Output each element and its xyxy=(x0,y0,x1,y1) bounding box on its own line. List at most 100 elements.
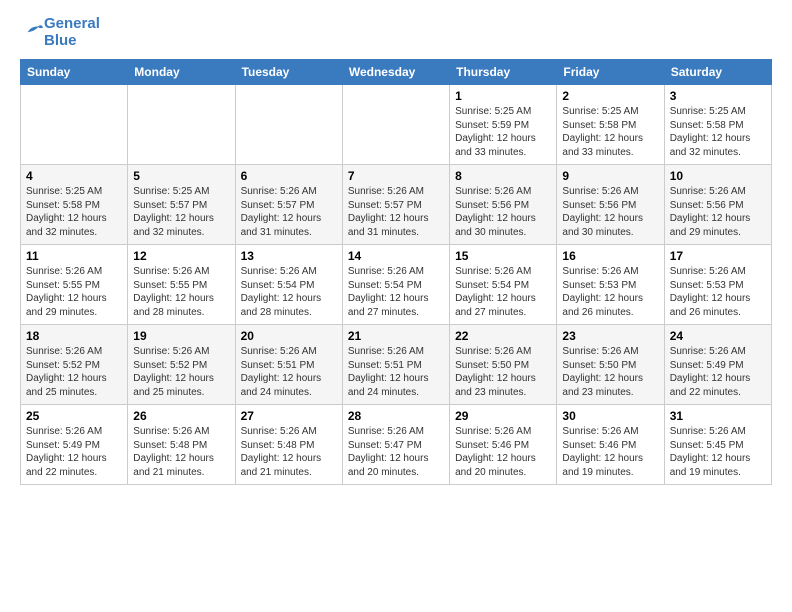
calendar-cell: 18Sunrise: 5:26 AM Sunset: 5:52 PM Dayli… xyxy=(21,325,128,405)
calendar-cell: 10 Sunrise: 5:26 AM Sunset: 5:56 PM Dayli… xyxy=(664,165,771,245)
day-number: 15 xyxy=(455,249,551,263)
day-info: Sunrise: 5:25 AM Sunset: 5:57 PM Dayligh… xyxy=(133,185,229,239)
logo: General Blue xyxy=(20,16,100,49)
day-info: Sunrise: 5:26 AM Sunset: 5:51 PM Dayligh… xyxy=(241,345,337,399)
day-number: 24 xyxy=(670,329,766,343)
calendar-cell xyxy=(342,85,449,165)
day-number: 17 xyxy=(670,249,766,263)
calendar-cell xyxy=(235,85,342,165)
calendar-cell: 7 Sunrise: 5:26 AM Sunset: 5:57 PM Daylig… xyxy=(342,165,449,245)
day-info: Sunrise: 5:26 AM Sunset: 5:56 PM Dayligh… xyxy=(455,185,551,239)
calendar-cell: 30 Sunrise: 5:26 AM Sunset: 5:46 PM Dayli… xyxy=(557,405,664,485)
day-header-thursday: Thursday xyxy=(450,60,557,85)
day-number: 30 xyxy=(562,409,658,423)
day-number: 23 xyxy=(562,329,658,343)
calendar-cell: 20 Sunrise: 5:26 AM Sunset: 5:51 PM Dayli… xyxy=(235,325,342,405)
calendar-cell: 15 Sunrise: 5:26 AM Sunset: 5:54 PM Dayli… xyxy=(450,245,557,325)
day-number: 5 xyxy=(133,169,229,183)
day-info: Sunrise: 5:26 AM Sunset: 5:53 PM Dayligh… xyxy=(562,265,658,319)
day-number: 7 xyxy=(348,169,444,183)
day-info: Sunrise: 5:26 AM Sunset: 5:56 PM Dayligh… xyxy=(562,185,658,239)
day-info: Sunrise: 5:26 AM Sunset: 5:49 PM Dayligh… xyxy=(670,345,766,399)
day-header-friday: Friday xyxy=(557,60,664,85)
calendar-cell: 19Sunrise: 5:26 AM Sunset: 5:52 PM Dayli… xyxy=(128,325,235,405)
day-number: 26 xyxy=(133,409,229,423)
day-header-saturday: Saturday xyxy=(664,60,771,85)
calendar-cell: 3 Sunrise: 5:25 AM Sunset: 5:58 PM Daylig… xyxy=(664,85,771,165)
day-info: Sunrise: 5:25 AM Sunset: 5:59 PM Dayligh… xyxy=(455,105,551,159)
calendar-cell: 23 Sunrise: 5:26 AM Sunset: 5:50 PM Dayli… xyxy=(557,325,664,405)
calendar-cell: 24 Sunrise: 5:26 AM Sunset: 5:49 PM Dayli… xyxy=(664,325,771,405)
calendar-cell: 29 Sunrise: 5:26 AM Sunset: 5:46 PM Dayli… xyxy=(450,405,557,485)
calendar-cell: 1 Sunrise: 5:25 AM Sunset: 5:59 PM Daylig… xyxy=(450,85,557,165)
calendar-cell: 25Sunrise: 5:26 AM Sunset: 5:49 PM Dayli… xyxy=(21,405,128,485)
calendar-table: SundayMondayTuesdayWednesdayThursdayFrid… xyxy=(20,59,772,485)
day-info: Sunrise: 5:25 AM Sunset: 5:58 PM Dayligh… xyxy=(670,105,766,159)
day-info: Sunrise: 5:26 AM Sunset: 5:54 PM Dayligh… xyxy=(348,265,444,319)
calendar-cell: 21 Sunrise: 5:26 AM Sunset: 5:51 PM Dayli… xyxy=(342,325,449,405)
day-number: 4 xyxy=(26,169,122,183)
day-info: Sunrise: 5:25 AM Sunset: 5:58 PM Dayligh… xyxy=(26,185,122,239)
day-info: Sunrise: 5:26 AM Sunset: 5:46 PM Dayligh… xyxy=(455,425,551,479)
day-number: 12 xyxy=(133,249,229,263)
day-info: Sunrise: 5:25 AM Sunset: 5:58 PM Dayligh… xyxy=(562,105,658,159)
calendar-cell: 16 Sunrise: 5:26 AM Sunset: 5:53 PM Dayli… xyxy=(557,245,664,325)
day-info: Sunrise: 5:26 AM Sunset: 5:57 PM Dayligh… xyxy=(348,185,444,239)
day-info: Sunrise: 5:26 AM Sunset: 5:51 PM Dayligh… xyxy=(348,345,444,399)
day-info: Sunrise: 5:26 AM Sunset: 5:50 PM Dayligh… xyxy=(562,345,658,399)
day-info: Sunrise: 5:26 AM Sunset: 5:57 PM Dayligh… xyxy=(241,185,337,239)
day-header-tuesday: Tuesday xyxy=(235,60,342,85)
day-info: Sunrise: 5:26 AM Sunset: 5:54 PM Dayligh… xyxy=(455,265,551,319)
day-number: 20 xyxy=(241,329,337,343)
day-header-wednesday: Wednesday xyxy=(342,60,449,85)
day-number: 27 xyxy=(241,409,337,423)
day-number: 6 xyxy=(241,169,337,183)
day-info: Sunrise: 5:26 AM Sunset: 5:55 PM Dayligh… xyxy=(26,265,122,319)
day-info: Sunrise: 5:26 AM Sunset: 5:53 PM Dayligh… xyxy=(670,265,766,319)
day-info: Sunrise: 5:26 AM Sunset: 5:46 PM Dayligh… xyxy=(562,425,658,479)
calendar-cell: 22 Sunrise: 5:26 AM Sunset: 5:50 PM Dayli… xyxy=(450,325,557,405)
calendar-cell: 17 Sunrise: 5:26 AM Sunset: 5:53 PM Dayli… xyxy=(664,245,771,325)
day-info: Sunrise: 5:26 AM Sunset: 5:55 PM Dayligh… xyxy=(133,265,229,319)
calendar-cell: 9 Sunrise: 5:26 AM Sunset: 5:56 PM Daylig… xyxy=(557,165,664,245)
calendar-cell xyxy=(21,85,128,165)
day-number: 22 xyxy=(455,329,551,343)
day-header-sunday: Sunday xyxy=(21,60,128,85)
calendar-cell: 26Sunrise: 5:26 AM Sunset: 5:48 PM Dayli… xyxy=(128,405,235,485)
day-number: 31 xyxy=(670,409,766,423)
day-number: 1 xyxy=(455,89,551,103)
day-number: 8 xyxy=(455,169,551,183)
calendar-cell: 5 Sunrise: 5:25 AM Sunset: 5:57 PM Daylig… xyxy=(128,165,235,245)
calendar-cell: 6 Sunrise: 5:26 AM Sunset: 5:57 PM Daylig… xyxy=(235,165,342,245)
day-header-monday: Monday xyxy=(128,60,235,85)
day-number: 21 xyxy=(348,329,444,343)
day-info: Sunrise: 5:26 AM Sunset: 5:45 PM Dayligh… xyxy=(670,425,766,479)
day-number: 11 xyxy=(26,249,122,263)
day-number: 9 xyxy=(562,169,658,183)
day-info: Sunrise: 5:26 AM Sunset: 5:50 PM Dayligh… xyxy=(455,345,551,399)
day-number: 28 xyxy=(348,409,444,423)
day-number: 16 xyxy=(562,249,658,263)
day-number: 2 xyxy=(562,89,658,103)
day-number: 3 xyxy=(670,89,766,103)
day-info: Sunrise: 5:26 AM Sunset: 5:56 PM Dayligh… xyxy=(670,185,766,239)
day-number: 18 xyxy=(26,329,122,343)
calendar-cell: 11 Sunrise: 5:26 AM Sunset: 5:55 PM Dayli… xyxy=(21,245,128,325)
calendar-cell: 28 Sunrise: 5:26 AM Sunset: 5:47 PM Dayli… xyxy=(342,405,449,485)
day-number: 13 xyxy=(241,249,337,263)
calendar-cell: 12 Sunrise: 5:26 AM Sunset: 5:55 PM Dayli… xyxy=(128,245,235,325)
calendar-cell: 2 Sunrise: 5:25 AM Sunset: 5:58 PM Daylig… xyxy=(557,85,664,165)
calendar-cell: 8 Sunrise: 5:26 AM Sunset: 5:56 PM Daylig… xyxy=(450,165,557,245)
day-info: Sunrise: 5:26 AM Sunset: 5:48 PM Dayligh… xyxy=(241,425,337,479)
calendar-cell: 31 Sunrise: 5:26 AM Sunset: 5:45 PM Dayli… xyxy=(664,405,771,485)
day-info: Sunrise: 5:26 AM Sunset: 5:47 PM Dayligh… xyxy=(348,425,444,479)
day-info: Sunrise: 5:26 AM Sunset: 5:49 PM Dayligh… xyxy=(26,425,122,479)
calendar-cell: 13 Sunrise: 5:26 AM Sunset: 5:54 PM Dayli… xyxy=(235,245,342,325)
calendar-cell: 14Sunrise: 5:26 AM Sunset: 5:54 PM Dayli… xyxy=(342,245,449,325)
calendar-cell: 27 Sunrise: 5:26 AM Sunset: 5:48 PM Dayli… xyxy=(235,405,342,485)
day-number: 29 xyxy=(455,409,551,423)
day-info: Sunrise: 5:26 AM Sunset: 5:54 PM Dayligh… xyxy=(241,265,337,319)
day-number: 10 xyxy=(670,169,766,183)
day-info: Sunrise: 5:26 AM Sunset: 5:52 PM Dayligh… xyxy=(133,345,229,399)
calendar-cell: 4 Sunrise: 5:25 AM Sunset: 5:58 PM Daylig… xyxy=(21,165,128,245)
